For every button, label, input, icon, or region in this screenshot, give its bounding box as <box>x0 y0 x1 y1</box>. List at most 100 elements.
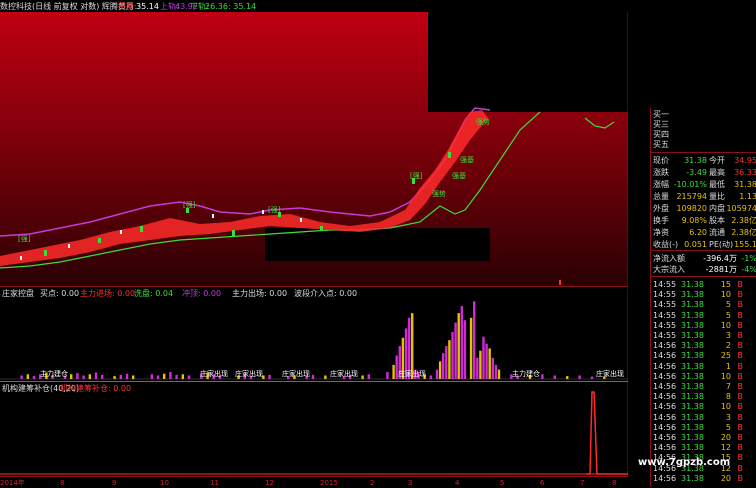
indicator-1-bar <box>497 369 501 379</box>
indicator-2-canvas: 40.00 20.00 <box>0 382 628 476</box>
tick-time: 14:56 <box>653 361 677 371</box>
flow-pct: -1% <box>741 254 756 263</box>
stat-label: 涨幅 <box>653 180 669 189</box>
tick-qty: 2 <box>725 341 731 351</box>
stat-value-2: 2.38亿 <box>731 216 756 225</box>
indicator-1-bar <box>445 346 448 379</box>
stat-label: 净资 <box>653 228 669 237</box>
tick-dir: B <box>737 473 744 483</box>
tick-time: 14:55 <box>653 310 677 320</box>
tick-qty: 10 <box>720 320 731 330</box>
stat-value: 31.38 <box>684 156 707 165</box>
main-chart[interactable]: [强] [强] [强] [强] 强基 强基 强势 强势 25.50 21.67 … <box>0 0 628 286</box>
tick-price: 31.38 <box>681 351 704 361</box>
tick-qty: 5 <box>725 300 731 310</box>
tick-price: 31.38 <box>681 382 704 391</box>
tick-dir: B <box>737 300 744 310</box>
tick-dir: B <box>737 412 744 422</box>
indicator-1-bar <box>566 376 569 379</box>
balance-label: 平衡: <box>118 2 137 11</box>
indicator-1-bar <box>457 313 460 379</box>
stat-label-2: 内盘 <box>709 204 725 213</box>
indicator-1-bar <box>435 369 439 379</box>
date-axis: 2014年 8 9 10 11 12 2015 2 3 4 5 6 7 8 <box>0 476 628 488</box>
tick-price: 31.38 <box>681 361 704 371</box>
tick-dir: B <box>737 351 744 361</box>
buy-level-label: 买一 <box>653 110 669 119</box>
buy-level-label: 买三 <box>653 120 669 129</box>
indicator-1-bar <box>454 322 457 379</box>
tick-qty: 12 <box>720 443 731 453</box>
indicator-1-marker: 庄家出现 <box>596 370 624 378</box>
tick-dir: B <box>737 392 744 402</box>
tick-qty: 7 <box>725 382 731 391</box>
wash-label: 洗盘: 0.04 <box>134 289 174 298</box>
stat-value-2: 2.38亿 <box>731 228 756 237</box>
stat-label-2: 流通 <box>709 228 725 237</box>
tick-qty: 10 <box>720 371 731 381</box>
tick-dir: B <box>737 402 744 412</box>
indicator-1-bar <box>476 357 479 379</box>
indicator-1-bar <box>553 375 556 379</box>
indicator-1-bar <box>26 374 29 379</box>
stat-value-2: 36.33 <box>734 168 756 177</box>
indicator-1-bar <box>268 374 271 379</box>
indicator-1-bar <box>488 348 491 379</box>
indicator-1-bar <box>386 371 389 379</box>
stat-label: 涨跌 <box>653 168 669 177</box>
tick-qty: 25 <box>720 351 731 361</box>
tick-time: 14:56 <box>653 422 677 432</box>
tick-qty: 8 <box>725 392 731 402</box>
tick-time: 14:55 <box>653 320 677 330</box>
blank-block <box>265 228 490 261</box>
indicator-1-bar <box>469 317 473 379</box>
annotation-1: [强] <box>18 235 31 243</box>
tick-dir: B <box>737 320 744 330</box>
stat-value: -3.49 <box>686 168 707 177</box>
stat-value-2: 31.38 <box>734 180 756 189</box>
indicator-1-bar <box>311 374 315 379</box>
tick-dir: B <box>737 433 744 442</box>
indicator-1-bar <box>169 371 172 379</box>
watermark: www.7gpzb.com <box>638 457 731 468</box>
right-panel: 买一 买三 买四 买五 现价 31.38 今开 34.95 涨跌 -3.49 最高 36.33 涨幅 -… <box>650 108 756 487</box>
tick-time: 14:56 <box>653 412 677 422</box>
stat-value: 215794 <box>676 192 707 201</box>
stat-label: 外盘 <box>653 204 669 213</box>
tick-price: 31.38 <box>681 402 704 412</box>
stat-value: 109820 <box>676 204 707 213</box>
tick-price: 31.38 <box>681 422 704 432</box>
tick-qty: 3 <box>725 331 731 340</box>
indicator-1-marker: 庄家出现 <box>235 370 263 378</box>
stat-value: 9.08% <box>681 216 707 225</box>
tick-price: 31.38 <box>681 392 704 402</box>
tick-dir: B <box>737 341 744 351</box>
tick-time: 14:56 <box>653 402 677 412</box>
indicator-1-marker: 庄家出现 <box>282 370 310 378</box>
indicator-1-bar <box>175 374 178 379</box>
tick-price: 31.38 <box>681 280 704 289</box>
indicator-panel-1[interactable]: 600 450 300 150 庄家控盘 买点: 0.00 主力进场: 0.00… <box>0 287 628 383</box>
indicator-2-value: 机构建筹补仓: 0.00 <box>60 384 132 393</box>
indicator-panel-2[interactable]: 40.00 20.00 机构建筹补仓(40,20) 机构建筹补仓: 0.00 <box>0 382 628 476</box>
annotation-3: [强] <box>268 206 281 214</box>
tick-price: 31.38 <box>681 433 704 442</box>
band-entry-label: 波段介入点: 0.00 <box>294 289 358 298</box>
annotation-8: 强势 <box>476 117 490 126</box>
stat-label-2: 最高 <box>709 168 725 177</box>
indicator-1-bar <box>20 375 23 379</box>
indicator-1-bar <box>367 374 370 379</box>
tick-time: 14:56 <box>653 392 677 402</box>
tick-price: 31.38 <box>681 310 704 320</box>
stat-label-2: 量比 <box>709 192 725 201</box>
tick-price: 31.38 <box>681 331 704 340</box>
flow-pct: -4% <box>741 265 756 274</box>
tick-qty: 5 <box>725 310 731 320</box>
buy-level-label: 买四 <box>653 130 669 139</box>
tick-time: 14:56 <box>653 433 677 442</box>
tick-dir: B <box>737 371 744 381</box>
indicator-1-bar <box>156 375 160 379</box>
extra-value: : 35.14 <box>228 2 257 11</box>
indicator-1-marker: 庄家出现 <box>330 370 358 378</box>
tick-price: 31.38 <box>681 412 704 422</box>
